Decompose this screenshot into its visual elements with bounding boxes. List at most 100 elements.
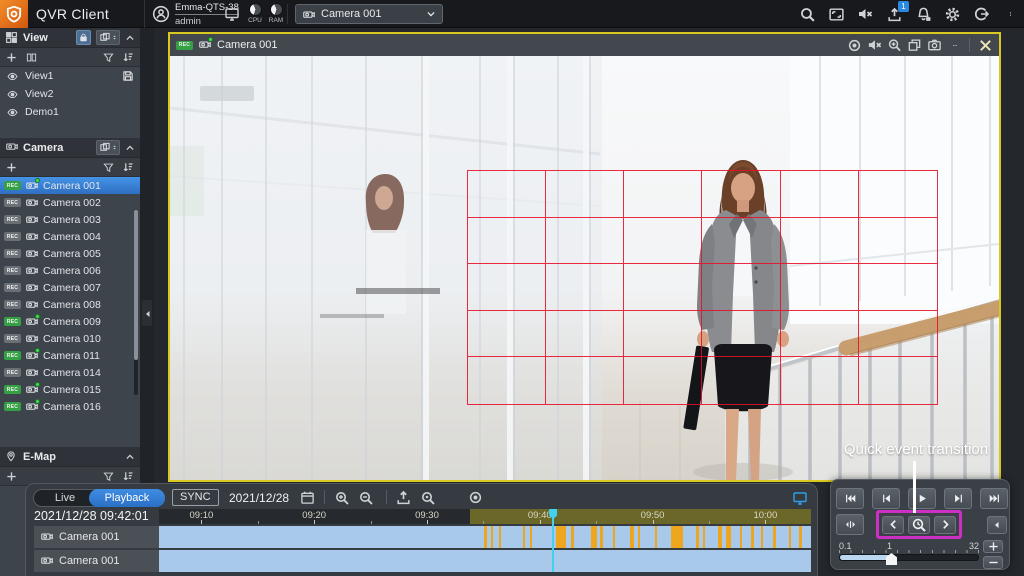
view-item[interactable]: Demo1 (0, 103, 140, 121)
camera-list-item[interactable]: REC Camera 010 (0, 330, 140, 347)
sort-icon[interactable] (122, 470, 134, 482)
view-panel-header[interactable]: View (0, 28, 140, 48)
camera-list-item[interactable]: REC Camera 015 (0, 381, 140, 398)
timeline-row-label: Camera 001 (34, 526, 159, 548)
view-lock-button[interactable] (76, 30, 91, 45)
add-view-icon[interactable] (6, 52, 17, 63)
filter-icon[interactable] (103, 52, 114, 63)
sort-icon[interactable] (122, 51, 134, 63)
swap-window-icon[interactable] (907, 38, 922, 53)
camera-list-item[interactable]: REC Camera 005 (0, 245, 140, 262)
camera-panel-header[interactable]: Camera (0, 138, 140, 158)
rec-badge: REC (4, 351, 21, 360)
display-select-icon[interactable] (826, 4, 846, 24)
timeline-area[interactable]: 09:1009:2009:3009:4009:5010:00 (159, 509, 811, 572)
collapse-camera-icon[interactable] (125, 143, 135, 153)
camera-list-item[interactable]: REC Camera 016 (0, 398, 140, 415)
camera-list-item[interactable]: REC Camera 003 (0, 211, 140, 228)
sync-button[interactable]: SYNC (172, 489, 219, 506)
playback-tab[interactable]: Playback (89, 489, 165, 507)
video-titlebar[interactable]: REC Camera 001 (170, 34, 999, 56)
camera-item-label: Camera 005 (43, 248, 101, 260)
speaker-mute-icon[interactable] (867, 38, 882, 53)
close-icon[interactable] (977, 37, 993, 53)
camera-list-item[interactable]: REC Camera 007 (0, 279, 140, 296)
collapse-controls-button[interactable] (987, 516, 1007, 534)
video-window[interactable]: REC Camera 001 (168, 32, 1001, 482)
event-search-button[interactable] (908, 516, 930, 534)
previous-event-button[interactable] (882, 516, 904, 534)
camera-list-item[interactable]: REC Camera 006 (0, 262, 140, 279)
event-mark (751, 526, 754, 548)
eye-icon (6, 107, 19, 118)
record-icon[interactable] (847, 38, 862, 53)
filter-icon[interactable] (103, 471, 114, 482)
collapse-emap-icon[interactable] (125, 452, 135, 462)
pan-timeline-button[interactable] (836, 514, 864, 535)
grid-cell (468, 171, 546, 218)
camera-scrollbar[interactable] (134, 210, 138, 395)
camera-select-dropdown[interactable]: Camera 001 (295, 4, 443, 24)
speed-decrease-button[interactable] (983, 556, 1003, 569)
notification-badge: 1 (898, 1, 909, 12)
timeline-zoom-out-icon[interactable] (356, 488, 375, 507)
local-display-icon[interactable] (224, 6, 241, 23)
snapshot-icon[interactable] (927, 38, 942, 53)
digital-zoom-icon[interactable] (887, 38, 902, 53)
emap-panel-header[interactable]: E-Map (0, 447, 140, 467)
skip-to-start-button[interactable] (836, 488, 864, 509)
sign-out-icon[interactable] (971, 4, 991, 24)
camera-list-item[interactable]: REC Camera 004 (0, 228, 140, 245)
view-item[interactable]: View2 (0, 85, 140, 103)
camera-list-item[interactable]: REC Camera 008 (0, 296, 140, 313)
save-icon[interactable] (122, 70, 134, 82)
camera-list-item[interactable]: REC Camera 009 (0, 313, 140, 330)
ruler-tick-major (427, 520, 428, 524)
live-tab[interactable]: Live (34, 490, 96, 506)
sidebar-collapse-handle[interactable] (142, 300, 152, 326)
add-camera-icon[interactable] (6, 162, 17, 173)
camera-list-item[interactable]: REC Camera 011 (0, 347, 140, 364)
grid-cell (624, 264, 702, 311)
record-icon[interactable] (466, 488, 485, 507)
speed-slider[interactable] (839, 554, 979, 561)
camera-layout-button[interactable] (96, 140, 120, 155)
filter-icon[interactable] (103, 162, 114, 173)
view-layout-button[interactable] (96, 30, 120, 45)
speaker-mute-icon[interactable] (855, 4, 875, 24)
export-tray-icon[interactable]: 1 (884, 4, 904, 24)
speed-increase-button[interactable] (983, 540, 1003, 553)
layout-grid-icon[interactable] (768, 4, 788, 24)
bookmark-add-icon[interactable] (442, 488, 461, 507)
scrollbar-thumb[interactable] (134, 210, 138, 360)
timeline-zoom-in-icon[interactable] (332, 488, 351, 507)
timeline-track-camera2[interactable] (159, 550, 811, 572)
qvr-logo-icon[interactable] (0, 0, 28, 28)
alarm-bell-icon[interactable] (913, 4, 933, 24)
next-event-button[interactable] (934, 516, 956, 534)
display-output-icon[interactable] (790, 488, 809, 507)
more-vertical-icon[interactable] (1000, 4, 1020, 24)
view-mode-icon[interactable] (25, 52, 38, 63)
calendar-icon[interactable] (298, 488, 317, 507)
skip-to-end-button[interactable] (980, 488, 1008, 509)
collapse-view-icon[interactable] (125, 33, 135, 43)
camera-item-label: Camera 001 (43, 180, 101, 192)
camera-list-item[interactable]: REC Camera 014 (0, 364, 140, 381)
settings-gear-icon[interactable] (942, 4, 962, 24)
previous-frame-button[interactable] (872, 488, 900, 509)
export-icon[interactable] (394, 488, 413, 507)
smart-search-icon[interactable] (418, 488, 437, 507)
add-emap-icon[interactable] (6, 471, 17, 482)
view-item[interactable]: View1 (0, 67, 140, 85)
grid-cell (702, 357, 780, 404)
view-item-label: View2 (25, 88, 134, 100)
sort-icon[interactable] (122, 161, 134, 173)
camera-list-item[interactable]: REC Camera 001 (0, 177, 140, 194)
timeline-ruler[interactable]: 09:1009:2009:3009:4009:5010:00 (159, 509, 811, 524)
camera-list-item[interactable]: REC Camera 002 (0, 194, 140, 211)
next-frame-button[interactable] (944, 488, 972, 509)
timeline-track-camera1[interactable] (159, 526, 811, 548)
more-options-icon[interactable] (947, 38, 962, 53)
search-icon[interactable] (797, 4, 817, 24)
